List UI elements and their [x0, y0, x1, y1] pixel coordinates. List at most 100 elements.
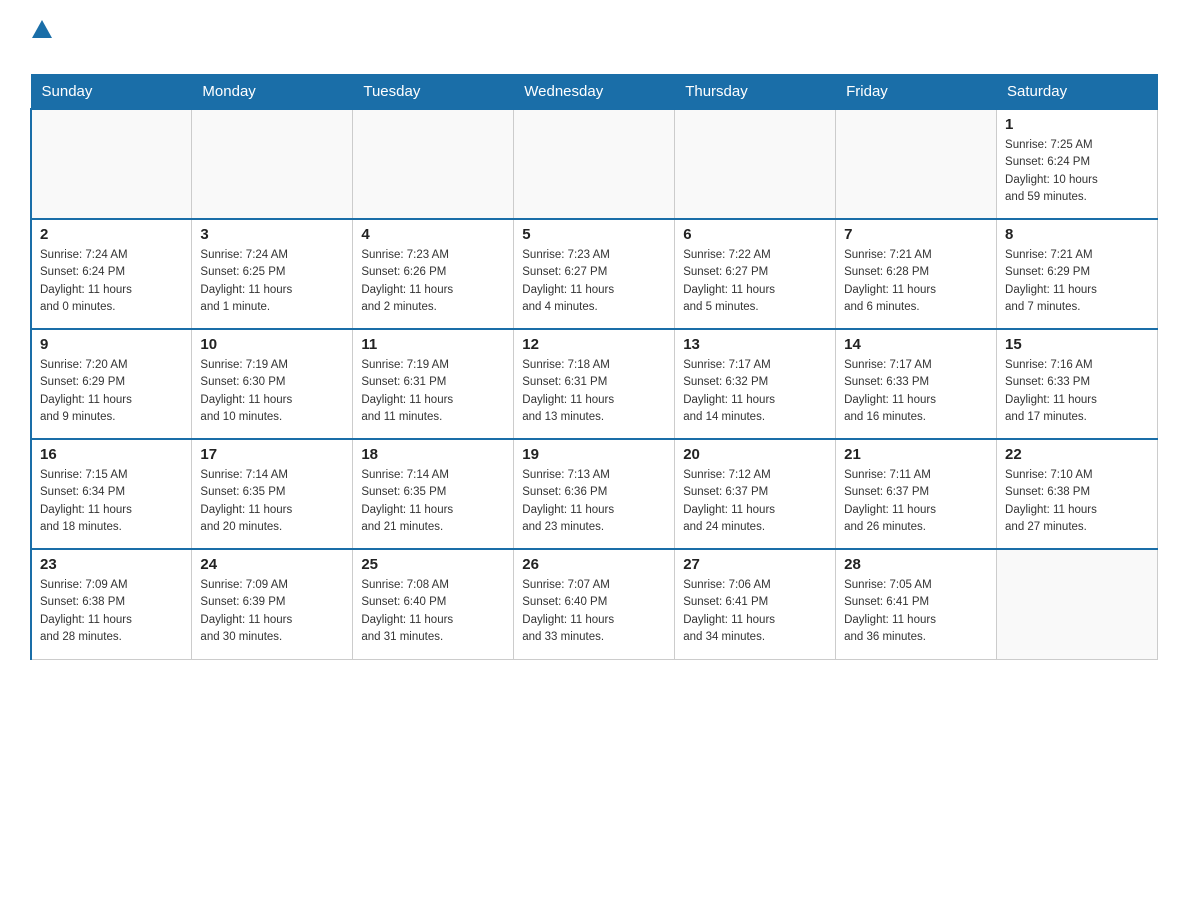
day-number: 26 — [522, 556, 666, 573]
weekday-header-thursday: Thursday — [675, 75, 836, 110]
day-info: Sunrise: 7:14 AM Sunset: 6:35 PM Dayligh… — [361, 467, 505, 536]
day-info: Sunrise: 7:22 AM Sunset: 6:27 PM Dayligh… — [683, 247, 827, 316]
day-number: 25 — [361, 556, 505, 573]
day-number: 19 — [522, 446, 666, 463]
calendar-cell — [514, 109, 675, 219]
day-info: Sunrise: 7:06 AM Sunset: 6:41 PM Dayligh… — [683, 577, 827, 646]
day-info: Sunrise: 7:17 AM Sunset: 6:32 PM Dayligh… — [683, 357, 827, 426]
week-row-5: 23Sunrise: 7:09 AM Sunset: 6:38 PM Dayli… — [31, 549, 1158, 659]
day-info: Sunrise: 7:05 AM Sunset: 6:41 PM Dayligh… — [844, 577, 988, 646]
calendar-cell — [353, 109, 514, 219]
calendar-cell: 2Sunrise: 7:24 AM Sunset: 6:24 PM Daylig… — [31, 219, 192, 329]
day-number: 3 — [200, 226, 344, 243]
weekday-header-sunday: Sunday — [31, 75, 192, 110]
day-number: 13 — [683, 336, 827, 353]
day-number: 20 — [683, 446, 827, 463]
calendar-cell — [675, 109, 836, 219]
weekday-header-friday: Friday — [836, 75, 997, 110]
day-number: 9 — [40, 336, 183, 353]
calendar-cell: 10 Sunrise: 7:19 AM Sunset: 6:30 PM Dayli… — [192, 329, 353, 439]
day-info: Sunrise: 7:17 AM Sunset: 6:33 PM Dayligh… — [844, 357, 988, 426]
day-number: 21 — [844, 446, 988, 463]
day-info: Sunrise: 7:21 AM Sunset: 6:29 PM Dayligh… — [1005, 247, 1149, 316]
calendar-cell: 22 Sunrise: 7:10 AM Sunset: 6:38 PM Dayli… — [997, 439, 1158, 549]
calendar-cell: 13 Sunrise: 7:17 AM Sunset: 6:32 PM Dayli… — [675, 329, 836, 439]
day-number: 12 — [522, 336, 666, 353]
day-number: 14 — [844, 336, 988, 353]
calendar-cell — [31, 109, 192, 219]
calendar-cell: 14 Sunrise: 7:17 AM Sunset: 6:33 PM Dayli… — [836, 329, 997, 439]
day-number: 18 — [361, 446, 505, 463]
day-info: Sunrise: 7:09 AM Sunset: 6:38 PM Dayligh… — [40, 577, 183, 646]
day-info: Sunrise: 7:16 AM Sunset: 6:33 PM Dayligh… — [1005, 357, 1149, 426]
day-info: Sunrise: 7:18 AM Sunset: 6:31 PM Dayligh… — [522, 357, 666, 426]
calendar-cell: 15 Sunrise: 7:16 AM Sunset: 6:33 PM Dayli… — [997, 329, 1158, 439]
logo — [30, 20, 52, 64]
week-row-3: 9 Sunrise: 7:20 AM Sunset: 6:29 PM Daylig… — [31, 329, 1158, 439]
calendar-cell: 28 Sunrise: 7:05 AM Sunset: 6:41 PM Dayli… — [836, 549, 997, 659]
calendar-table: SundayMondayTuesdayWednesdayThursdayFrid… — [30, 74, 1158, 660]
day-info: Sunrise: 7:24 AM Sunset: 6:24 PM Dayligh… — [40, 247, 183, 316]
day-number: 10 — [200, 336, 344, 353]
calendar-cell: 25 Sunrise: 7:08 AM Sunset: 6:40 PM Dayli… — [353, 549, 514, 659]
day-info: Sunrise: 7:15 AM Sunset: 6:34 PM Dayligh… — [40, 467, 183, 536]
weekday-header-saturday: Saturday — [997, 75, 1158, 110]
weekday-header-wednesday: Wednesday — [514, 75, 675, 110]
day-info: Sunrise: 7:25 AM Sunset: 6:24 PM Dayligh… — [1005, 137, 1149, 206]
calendar-cell: 26 Sunrise: 7:07 AM Sunset: 6:40 PM Dayli… — [514, 549, 675, 659]
calendar-cell: 1 Sunrise: 7:25 AM Sunset: 6:24 PM Daylig… — [997, 109, 1158, 219]
calendar-cell: 21 Sunrise: 7:11 AM Sunset: 6:37 PM Dayli… — [836, 439, 997, 549]
day-info: Sunrise: 7:08 AM Sunset: 6:40 PM Dayligh… — [361, 577, 505, 646]
day-info: Sunrise: 7:23 AM Sunset: 6:26 PM Dayligh… — [361, 247, 505, 316]
day-number: 1 — [1005, 116, 1149, 133]
calendar-cell: 3 Sunrise: 7:24 AM Sunset: 6:25 PM Daylig… — [192, 219, 353, 329]
day-number: 6 — [683, 226, 827, 243]
weekday-header-monday: Monday — [192, 75, 353, 110]
day-info: Sunrise: 7:13 AM Sunset: 6:36 PM Dayligh… — [522, 467, 666, 536]
calendar-cell: 16 Sunrise: 7:15 AM Sunset: 6:34 PM Dayli… — [31, 439, 192, 549]
day-info: Sunrise: 7:10 AM Sunset: 6:38 PM Dayligh… — [1005, 467, 1149, 536]
day-number: 16 — [40, 446, 183, 463]
calendar-cell: 27 Sunrise: 7:06 AM Sunset: 6:41 PM Dayli… — [675, 549, 836, 659]
calendar-cell: 5 Sunrise: 7:23 AM Sunset: 6:27 PM Daylig… — [514, 219, 675, 329]
day-info: Sunrise: 7:24 AM Sunset: 6:25 PM Dayligh… — [200, 247, 344, 316]
day-info: Sunrise: 7:14 AM Sunset: 6:35 PM Dayligh… — [200, 467, 344, 536]
week-row-4: 16 Sunrise: 7:15 AM Sunset: 6:34 PM Dayli… — [31, 439, 1158, 549]
day-info: Sunrise: 7:20 AM Sunset: 6:29 PM Dayligh… — [40, 357, 183, 426]
calendar-cell: 18 Sunrise: 7:14 AM Sunset: 6:35 PM Dayli… — [353, 439, 514, 549]
calendar-cell: 11 Sunrise: 7:19 AM Sunset: 6:31 PM Dayli… — [353, 329, 514, 439]
calendar-cell: 24Sunrise: 7:09 AM Sunset: 6:39 PM Dayli… — [192, 549, 353, 659]
day-info: Sunrise: 7:07 AM Sunset: 6:40 PM Dayligh… — [522, 577, 666, 646]
day-number: 27 — [683, 556, 827, 573]
day-number: 15 — [1005, 336, 1149, 353]
day-number: 22 — [1005, 446, 1149, 463]
day-number: 28 — [844, 556, 988, 573]
day-info: Sunrise: 7:09 AM Sunset: 6:39 PM Dayligh… — [200, 577, 344, 646]
day-number: 5 — [522, 226, 666, 243]
day-number: 17 — [200, 446, 344, 463]
calendar-cell — [836, 109, 997, 219]
calendar-cell: 17 Sunrise: 7:14 AM Sunset: 6:35 PM Dayli… — [192, 439, 353, 549]
calendar-cell — [997, 549, 1158, 659]
day-info: Sunrise: 7:21 AM Sunset: 6:28 PM Dayligh… — [844, 247, 988, 316]
day-info: Sunrise: 7:12 AM Sunset: 6:37 PM Dayligh… — [683, 467, 827, 536]
day-info: Sunrise: 7:19 AM Sunset: 6:31 PM Dayligh… — [361, 357, 505, 426]
week-row-1: 1 Sunrise: 7:25 AM Sunset: 6:24 PM Daylig… — [31, 109, 1158, 219]
week-row-2: 2Sunrise: 7:24 AM Sunset: 6:24 PM Daylig… — [31, 219, 1158, 329]
day-number: 4 — [361, 226, 505, 243]
weekday-header-tuesday: Tuesday — [353, 75, 514, 110]
calendar-cell: 9 Sunrise: 7:20 AM Sunset: 6:29 PM Daylig… — [31, 329, 192, 439]
day-info: Sunrise: 7:19 AM Sunset: 6:30 PM Dayligh… — [200, 357, 344, 426]
day-number: 11 — [361, 336, 505, 353]
calendar-cell: 20 Sunrise: 7:12 AM Sunset: 6:37 PM Dayli… — [675, 439, 836, 549]
calendar-cell — [192, 109, 353, 219]
calendar-cell: 7 Sunrise: 7:21 AM Sunset: 6:28 PM Daylig… — [836, 219, 997, 329]
calendar-cell: 23Sunrise: 7:09 AM Sunset: 6:38 PM Dayli… — [31, 549, 192, 659]
day-info: Sunrise: 7:23 AM Sunset: 6:27 PM Dayligh… — [522, 247, 666, 316]
calendar-cell: 19 Sunrise: 7:13 AM Sunset: 6:36 PM Dayli… — [514, 439, 675, 549]
day-info: Sunrise: 7:11 AM Sunset: 6:37 PM Dayligh… — [844, 467, 988, 536]
day-number: 7 — [844, 226, 988, 243]
day-number: 8 — [1005, 226, 1149, 243]
calendar-cell: 4 Sunrise: 7:23 AM Sunset: 6:26 PM Daylig… — [353, 219, 514, 329]
calendar-cell: 6 Sunrise: 7:22 AM Sunset: 6:27 PM Daylig… — [675, 219, 836, 329]
